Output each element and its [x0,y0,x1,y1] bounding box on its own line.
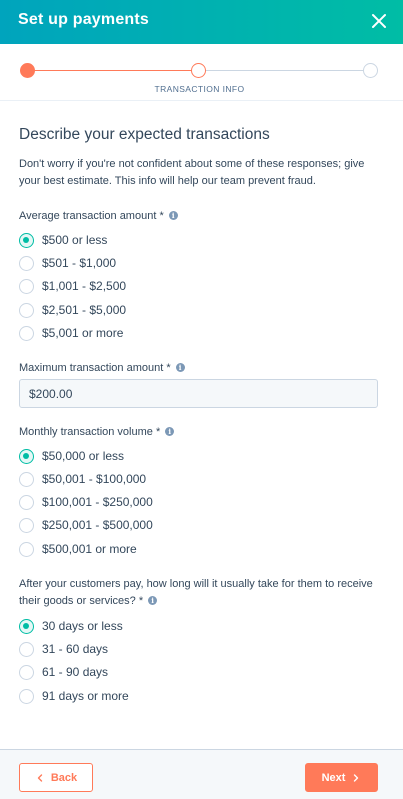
radio-option-vol-3[interactable]: $250,001 - $500,000 [19,515,153,535]
step-1-completed-dot [20,63,35,78]
radio-button[interactable] [19,302,34,318]
radio-button[interactable] [19,255,34,271]
header-divider [0,100,403,101]
radio-button[interactable] [19,664,34,680]
radio-button-selected[interactable] [19,618,34,634]
maximum-amount-input[interactable] [19,379,378,408]
modal-title: Set up payments [18,11,150,28]
radio-button[interactable] [19,494,34,510]
info-icon[interactable]: i [148,596,158,605]
chevron-right-icon [354,773,359,782]
radio-label: $501 - $1,000 [42,256,117,270]
radio-option-avg-3[interactable]: $2,501 - $5,000 [19,300,126,320]
radio-button[interactable] [19,517,34,533]
average-amount-label-text: Average transaction amount * [19,210,164,222]
monthly-volume-label-text: Monthly transaction volume * [19,426,161,438]
radio-button[interactable] [19,641,34,657]
radio-label: $500,001 or more [42,542,137,556]
radio-option-avg-0[interactable]: $500 or less [19,230,107,250]
maximum-amount-label-text: Maximum transaction amount * [19,362,171,374]
delivery-time-label-line2: their goods or services? * [19,595,144,607]
info-icon[interactable]: i [175,363,185,372]
modal-header: Set up payments [0,0,403,44]
radio-option-time-3[interactable]: 91 days or more [19,686,129,706]
radio-button[interactable] [19,688,34,704]
radio-option-time-0[interactable]: 30 days or less [19,616,123,636]
radio-label: $500 or less [42,233,108,247]
back-button[interactable]: Back [19,763,93,792]
radio-label: $250,001 - $500,000 [42,518,153,532]
step-2-current-dot [191,63,206,78]
monthly-volume-label: Monthly transaction volume * i [19,424,175,441]
radio-option-avg-2[interactable]: $1,001 - $2,500 [19,276,126,296]
section-intro: Don't worry if you're not confident abou… [19,158,365,187]
next-button-label: Next [321,771,346,784]
radio-button[interactable] [19,325,34,341]
step-3-upcoming-dot [363,63,378,78]
radio-label: $50,001 - $100,000 [42,472,147,486]
radio-option-time-1[interactable]: 31 - 60 days [19,639,108,659]
radio-button[interactable] [19,278,34,294]
progress-stepper: TRANSACTION INFO [0,44,403,100]
modal-footer: Back Next [0,749,403,799]
info-icon[interactable]: i [168,211,178,220]
radio-label: $100,001 - $250,000 [42,495,153,509]
radio-option-avg-4[interactable]: $5,001 or more [19,323,123,343]
radio-label: $50,000 or less [42,449,125,463]
radio-label: $1,001 - $2,500 [42,279,127,293]
stepper-line-completed [27,70,199,71]
radio-option-time-2[interactable]: 61 - 90 days [19,662,108,682]
radio-option-vol-0[interactable]: $50,000 or less [19,446,124,466]
radio-option-vol-1[interactable]: $50,001 - $100,000 [19,469,146,489]
radio-label: 61 - 90 days [42,665,109,679]
radio-label: 30 days or less [42,619,123,633]
close-icon[interactable] [367,9,391,33]
delivery-time-label-line1: After your customers pay, how long will … [19,578,373,590]
radio-button-selected[interactable] [19,232,34,248]
radio-label: $5,001 or more [42,326,124,340]
info-icon[interactable]: i [165,427,175,436]
average-amount-label: Average transaction amount * i [19,208,178,225]
radio-option-vol-4[interactable]: $500,001 or more [19,539,137,559]
radio-option-vol-2[interactable]: $100,001 - $250,000 [19,492,153,512]
radio-label: 31 - 60 days [42,642,109,656]
section-heading: Describe your expected transactions [19,126,270,143]
radio-label: 91 days or more [42,689,129,703]
delivery-time-label: After your customers pay, how long will … [19,576,373,610]
stepper-line-remaining [199,70,371,71]
radio-option-avg-1[interactable]: $501 - $1,000 [19,253,116,273]
next-button[interactable]: Next [305,763,378,792]
maximum-amount-label: Maximum transaction amount * i [19,360,185,377]
current-step-label: TRANSACTION INFO [154,84,245,94]
radio-button-selected[interactable] [19,448,34,464]
radio-label: $2,501 - $5,000 [42,303,127,317]
radio-button[interactable] [19,541,34,557]
back-button-label: Back [50,771,78,784]
radio-button[interactable] [19,471,34,487]
chevron-left-icon [37,773,43,782]
